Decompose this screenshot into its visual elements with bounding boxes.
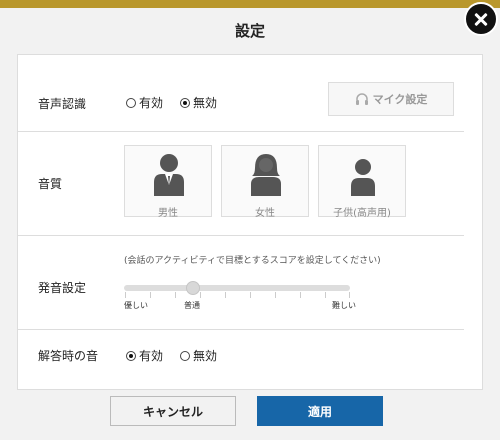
divider xyxy=(18,329,464,330)
slider-label-easy: 優しい xyxy=(124,301,148,310)
divider xyxy=(18,235,464,236)
slider-label-hard: 難しい xyxy=(332,301,356,310)
slider-label-normal: 普通 xyxy=(184,301,200,310)
slider-tick xyxy=(250,292,251,298)
headphones-icon xyxy=(355,93,368,105)
female-user-icon xyxy=(251,154,281,196)
slider-tick xyxy=(349,292,350,298)
dialog-title: 設定 xyxy=(234,22,265,40)
male-user-icon xyxy=(154,154,184,196)
slider-tick xyxy=(150,292,151,298)
difficulty-slider-thumb[interactable] xyxy=(186,281,200,295)
cancel-button[interactable]: キャンセル xyxy=(110,396,236,426)
voice-child-card[interactable]: 子供(高声用) xyxy=(318,145,406,219)
settings-dialog: 設定 音声認識 有効 無効 マイク設定 音質 男性 女性 子供(高声用) 発音設… xyxy=(0,8,500,440)
radio-on-icon xyxy=(126,350,136,361)
radio-off-icon xyxy=(180,350,190,361)
pronunciation-label: 発音設定 xyxy=(38,281,87,295)
voice-female-card[interactable]: 女性 xyxy=(221,145,309,219)
voice-recognition-label: 音声認識 xyxy=(38,97,87,111)
settings-panel: 音声認識 有効 無効 マイク設定 音質 男性 女性 子供(高声用) 発音設定 (… xyxy=(17,54,483,390)
radio-off-icon xyxy=(126,97,136,108)
voice-male-label: 男性 xyxy=(158,208,178,219)
child-user-icon xyxy=(351,159,375,196)
answer-sound-label: 解答時の音 xyxy=(38,349,99,363)
slider-tick xyxy=(175,292,176,298)
answer-sound-on-radio[interactable]: 有効 xyxy=(126,347,163,364)
voice-child-label: 子供(高声用) xyxy=(333,208,391,219)
close-icon[interactable] xyxy=(464,2,498,36)
pronunciation-hint: (会話のアクティビティで目標とするスコアを設定してください) xyxy=(124,256,381,266)
divider xyxy=(18,131,464,132)
sound-quality-label: 音質 xyxy=(38,177,63,191)
slider-tick xyxy=(275,292,276,298)
voice-female-label: 女性 xyxy=(255,208,275,219)
slider-tick xyxy=(300,292,301,298)
slider-tick xyxy=(200,292,201,298)
top-border xyxy=(0,0,500,8)
mic-settings-button[interactable]: マイク設定 xyxy=(328,82,454,116)
answer-sound-off-radio[interactable]: 無効 xyxy=(180,347,217,364)
apply-button[interactable]: 適用 xyxy=(257,396,383,426)
voice-recognition-on-radio[interactable]: 有効 xyxy=(126,94,163,111)
voice-recognition-off-radio[interactable]: 無効 xyxy=(180,94,217,111)
slider-tick xyxy=(325,292,326,298)
voice-male-card[interactable]: 男性 xyxy=(124,145,212,219)
slider-tick xyxy=(125,292,126,298)
difficulty-slider-track[interactable] xyxy=(124,285,350,291)
radio-on-icon xyxy=(180,97,190,108)
slider-tick xyxy=(225,292,226,298)
